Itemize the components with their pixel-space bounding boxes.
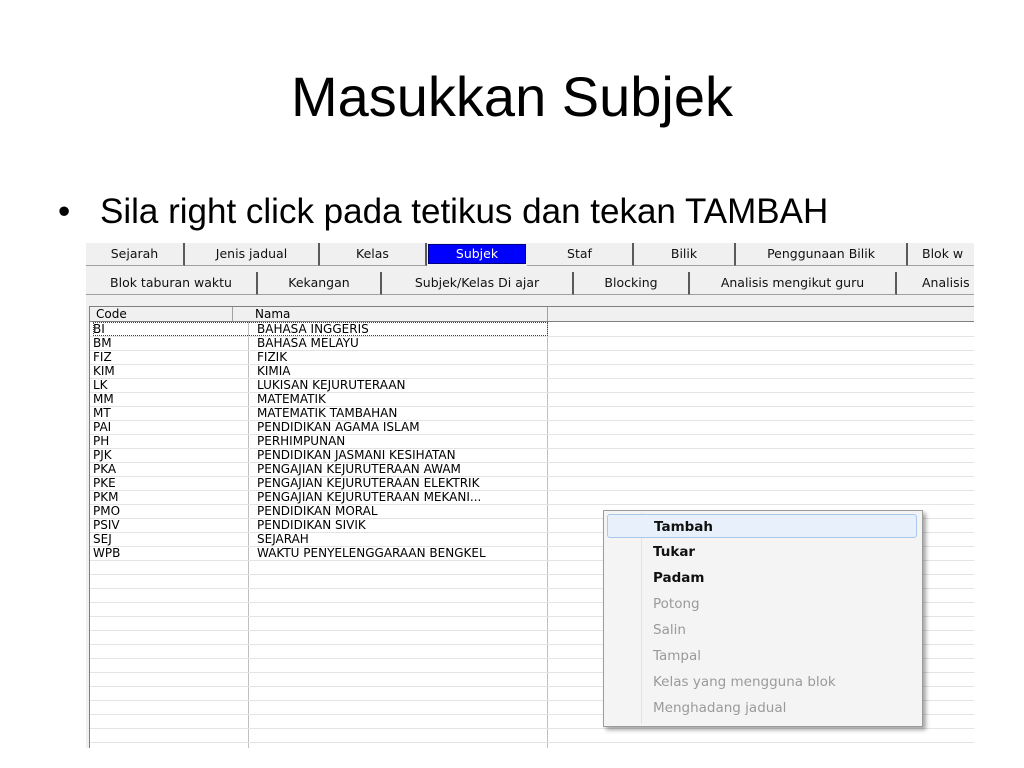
table-row[interactable]: KIM KIMIA	[90, 365, 974, 379]
table-row[interactable]: MM MATEMATIK	[90, 393, 974, 407]
tab-blok-taburan-waktu[interactable]: Blok taburan waktu	[86, 272, 258, 295]
cell-nama: PENDIDIKAN AGAMA ISLAM	[257, 421, 420, 434]
cell-code: MM	[93, 393, 114, 406]
slide-title: Masukkan Subjek	[290, 65, 733, 128]
cell-nama: PENGAJIAN KEJURUTERAAN ELEKTRIK	[257, 477, 480, 490]
empty-table-row[interactable]	[90, 729, 974, 743]
cell-nama: PENGAJIAN KEJURUTERAAN AWAM	[257, 463, 461, 476]
cell-nama: LUKISAN KEJURUTERAAN	[257, 379, 406, 392]
column-header-nama[interactable]: Nama	[249, 307, 548, 321]
cell-code: PSIV	[93, 519, 120, 532]
cell-code: PH	[93, 435, 110, 448]
table-row[interactable]: MT MATEMATIK TAMBAHAN	[90, 407, 974, 421]
cell-nama: MATEMATIK TAMBAHAN	[257, 407, 398, 420]
cell-code: KIM	[93, 365, 115, 378]
table-row[interactable]: PKE PENGAJIAN KEJURUTERAAN ELEKTRIK	[90, 477, 974, 491]
cell-code: PJK	[93, 449, 112, 462]
cell-nama: MATEMATIK	[257, 393, 326, 406]
instruction-bullet: • Sila right click pada tetikus dan tekan…	[58, 186, 828, 238]
table-row[interactable]: BM BAHASA MELAYU	[90, 337, 974, 351]
tab-staf[interactable]: Staf	[527, 243, 634, 266]
column-header-code[interactable]: Code	[90, 307, 233, 321]
table-row[interactable]: PH PERHIMPUNAN	[90, 435, 974, 449]
grid-header: Code Nama	[90, 307, 974, 322]
tab-blocking[interactable]: Blocking	[574, 272, 690, 295]
tab-analisis[interactable]: Analisis	[897, 272, 974, 295]
instruction-text: Sila right click pada tetikus dan tekan …	[100, 192, 829, 231]
row-focus-indicator	[93, 322, 548, 336]
cell-nama: KIMIA	[257, 365, 291, 378]
menu-item-tampal[interactable]: Tampal	[607, 644, 917, 668]
table-row[interactable]: PKA PENGAJIAN KEJURUTERAAN AWAM	[90, 463, 974, 477]
tab-jenis-jadual[interactable]: Jenis jadual	[185, 243, 320, 266]
cell-nama: WAKTU PENYELENGGARAAN BENGKEL	[257, 547, 486, 560]
tab-sejarah[interactable]: Sejarah	[86, 243, 185, 266]
menu-item-menghadang-jadual[interactable]: Menghadang jadual	[607, 696, 917, 720]
context-menu: Tambah Tukar Padam Potong Salin Tampal K…	[603, 510, 923, 727]
menu-item-tambah[interactable]: Tambah	[607, 514, 917, 538]
cell-code: PKM	[93, 491, 119, 504]
app-screenshot: Sejarah Jenis jadual Kelas Subjek Staf B…	[86, 243, 974, 748]
cell-nama: SEJARAH	[257, 533, 309, 546]
tab-kekangan[interactable]: Kekangan	[258, 272, 382, 295]
cell-code: BM	[93, 337, 112, 350]
cell-code: WPB	[93, 547, 121, 560]
cell-code: PAI	[93, 421, 112, 434]
table-row[interactable]: PJK PENDIDIKAN JASMANI KESIHATAN	[90, 449, 974, 463]
cell-nama: FIZIK	[257, 351, 288, 364]
tab-kelas[interactable]: Kelas	[320, 243, 427, 266]
cell-nama: PENDIDIKAN MORAL	[257, 505, 378, 518]
menu-item-padam[interactable]: Padam	[607, 566, 917, 590]
table-row[interactable]: PAI PENDIDIKAN AGAMA ISLAM	[90, 421, 974, 435]
cell-nama: PENDIDIKAN JASMANI KESIHATAN	[257, 449, 456, 462]
cell-code: PKE	[93, 477, 116, 490]
tab-penggunaan-bilik[interactable]: Penggunaan Bilik	[736, 243, 908, 266]
table-row[interactable]: LK LUKISAN KEJURUTERAAN	[90, 379, 974, 393]
tab-bilik[interactable]: Bilik	[634, 243, 736, 266]
tab-analisis-mengikut-guru[interactable]: Analisis mengikut guru	[690, 272, 897, 295]
menu-item-potong[interactable]: Potong	[607, 592, 917, 616]
tab-subjek[interactable]: Subjek	[428, 244, 526, 264]
cell-nama: PENDIDIKAN SIVIK	[257, 519, 366, 532]
cell-code: PKA	[93, 463, 117, 476]
cell-code: PMO	[93, 505, 121, 518]
tab-blok[interactable]: Blok w	[908, 243, 974, 266]
tab-subjek-kelas-di-ajar[interactable]: Subjek/Kelas Di ajar	[382, 272, 574, 295]
cell-code: FIZ	[93, 351, 112, 364]
empty-table-row[interactable]	[90, 743, 974, 748]
cell-nama: PENGAJIAN KEJURUTERAAN MEKANI...	[257, 491, 482, 504]
menu-item-salin[interactable]: Salin	[607, 618, 917, 642]
cell-code: MT	[93, 407, 111, 420]
cell-code: LK	[93, 379, 108, 392]
cell-code: SEJ	[93, 533, 112, 546]
cell-nama: PERHIMPUNAN	[257, 435, 346, 448]
table-row[interactable]: FIZ FIZIK	[90, 351, 974, 365]
menu-item-kelas-yang-mengguna-blok[interactable]: Kelas yang mengguna blok	[607, 670, 917, 694]
table-row[interactable]: PKM PENGAJIAN KEJURUTERAAN MEKANI...	[90, 491, 974, 505]
cell-nama: BAHASA MELAYU	[257, 337, 359, 350]
bullet-dot: •	[58, 192, 71, 231]
menu-item-tukar[interactable]: Tukar	[607, 540, 917, 564]
